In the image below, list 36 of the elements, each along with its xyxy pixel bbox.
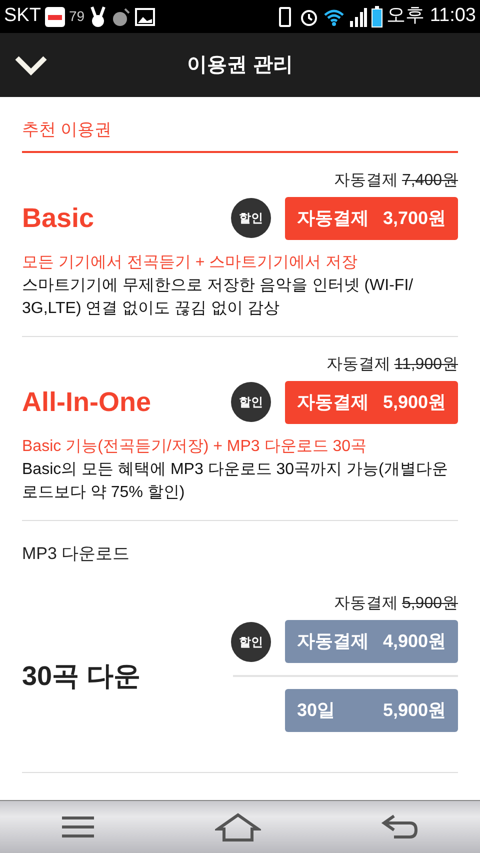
app-icon [44, 6, 65, 26]
purchase-button[interactable]: 자동결제 4,900원 [285, 620, 458, 663]
price-label: 자동결제 [334, 170, 398, 190]
page-title: 이용권 관리 [187, 53, 293, 78]
carrier-name: SKT [4, 4, 41, 28]
product-name: All-In-One [22, 386, 152, 419]
home-icon [214, 812, 261, 842]
price-label: 자동결제 [334, 594, 398, 614]
purchase-button[interactable]: 자동결제 5,900원 [285, 380, 458, 424]
product-name: 30곡 다운 [22, 660, 142, 693]
rabbit-icon [88, 6, 107, 28]
sale-badge: 할인 [233, 624, 269, 660]
wifi-icon [322, 8, 345, 26]
battery-icon [370, 6, 383, 28]
clock: 오후 11:03 [386, 4, 476, 28]
section-title: MP3 다운로드 [22, 542, 131, 564]
notification-count: 79 [68, 7, 85, 26]
section-title: 추천 이용권 [22, 119, 113, 141]
feature-highlight: Basic 기능(전곡듣기/저장) + MP3 다운로드 30곡 [22, 436, 368, 456]
image-icon [134, 8, 155, 26]
back-icon [380, 813, 420, 841]
product-description: 스마트기기에 무제한으로 저장한 음악을 인터넷 (WI-FI/ 3G,LTE) 연결 없이도 끊김 없이 감상 [22, 276, 414, 318]
product-name: Basic [22, 202, 96, 235]
price-label: 자동결제 [326, 354, 390, 374]
chevron-down-icon [14, 54, 48, 76]
menu-icon [60, 815, 96, 839]
signal-icon [348, 6, 367, 26]
purchase-button[interactable]: 자동결제 3,700원 [285, 196, 458, 240]
original-price: 5,900원 [402, 594, 458, 614]
original-price: 7,400원 [402, 170, 458, 190]
original-price: 11,900원 [394, 354, 458, 374]
purchase-button[interactable]: 30일 5,900원 [285, 689, 458, 732]
sale-badge: 할인 [233, 200, 269, 236]
product-description: Basic의 모든 혜택에 MP3 다운로드 30곡까지 가능(개별다운로드보다 약 75% 할인) [22, 460, 449, 502]
feature-highlight: 모든 기기에서 전곡듣기 + 스마트기기에서 저장 [22, 252, 359, 272]
sale-badge: 할인 [233, 384, 269, 420]
